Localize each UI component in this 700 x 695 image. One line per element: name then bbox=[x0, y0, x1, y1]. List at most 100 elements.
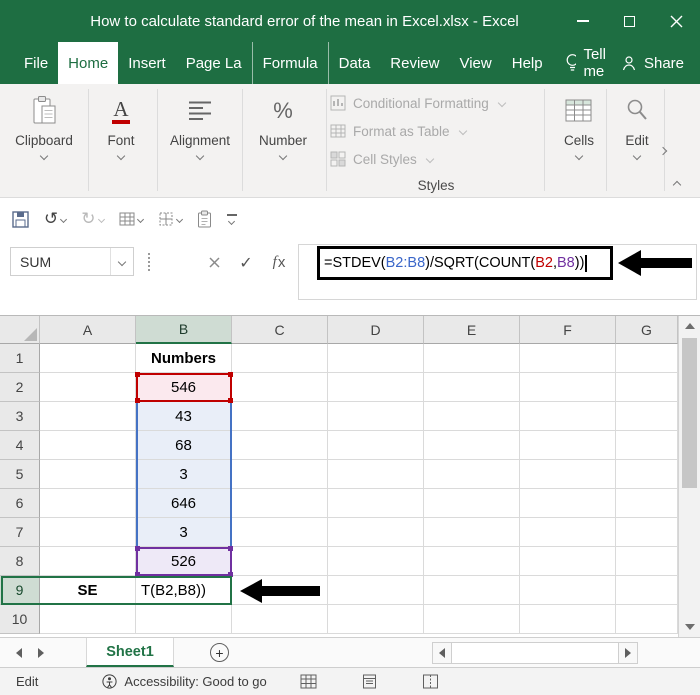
cell-A4[interactable] bbox=[40, 431, 136, 460]
row-header-10[interactable]: 10 bbox=[0, 605, 40, 634]
cell-F10[interactable] bbox=[520, 605, 616, 634]
scroll-left-button[interactable] bbox=[432, 641, 452, 664]
cell-F6[interactable] bbox=[520, 489, 616, 518]
select-all-button[interactable] bbox=[0, 316, 40, 344]
cell-B8[interactable]: 526 bbox=[136, 547, 232, 576]
column-header-B[interactable]: B bbox=[136, 316, 232, 344]
cell-B2[interactable]: 546 bbox=[136, 373, 232, 402]
cell-D3[interactable] bbox=[328, 402, 424, 431]
cell-G8[interactable] bbox=[616, 547, 678, 576]
vertical-scroll-thumb[interactable] bbox=[682, 338, 697, 488]
conditional-formatting-button[interactable]: Conditional Formatting bbox=[330, 89, 542, 117]
cell-E5[interactable] bbox=[424, 460, 520, 489]
row-header-5[interactable]: 5 bbox=[0, 460, 40, 489]
column-header-F[interactable]: F bbox=[520, 316, 616, 344]
cell-F1[interactable] bbox=[520, 344, 616, 373]
cell-G5[interactable] bbox=[616, 460, 678, 489]
cell-C10[interactable] bbox=[232, 605, 328, 634]
collapse-ribbon-icon[interactable] bbox=[672, 180, 682, 190]
sheet-tab-sheet1[interactable]: Sheet1 bbox=[86, 638, 174, 667]
scroll-up-button[interactable] bbox=[679, 316, 700, 336]
cell-G9[interactable] bbox=[616, 576, 678, 605]
cell-A2[interactable] bbox=[40, 373, 136, 402]
name-box-dropdown[interactable] bbox=[111, 248, 133, 275]
cell-G6[interactable] bbox=[616, 489, 678, 518]
cell-G1[interactable] bbox=[616, 344, 678, 373]
cell-A9[interactable]: SE bbox=[40, 576, 136, 605]
cell-E2[interactable] bbox=[424, 373, 520, 402]
cell-F3[interactable] bbox=[520, 402, 616, 431]
cell-B6[interactable]: 646 bbox=[136, 489, 232, 518]
tell-me-button[interactable]: Tell me bbox=[565, 42, 621, 84]
cell-D8[interactable] bbox=[328, 547, 424, 576]
customize-qat-button[interactable] bbox=[226, 214, 237, 226]
page-layout-view-icon[interactable] bbox=[361, 674, 378, 689]
ribbon-group-clipboard[interactable]: Clipboard bbox=[5, 90, 83, 161]
row-header-7[interactable]: 7 bbox=[0, 518, 40, 547]
tab-help[interactable]: Help bbox=[502, 42, 553, 84]
cell-F5[interactable] bbox=[520, 460, 616, 489]
cell-C5[interactable] bbox=[232, 460, 328, 489]
row-header-1[interactable]: 1 bbox=[0, 344, 40, 373]
qat-borders-tool-button[interactable] bbox=[158, 211, 183, 227]
tab-view[interactable]: View bbox=[449, 42, 501, 84]
column-header-E[interactable]: E bbox=[424, 316, 520, 344]
ribbon-group-alignment[interactable]: Alignment bbox=[163, 90, 237, 161]
qat-paste-button[interactable] bbox=[197, 210, 212, 228]
cell-D5[interactable] bbox=[328, 460, 424, 489]
cell-F7[interactable] bbox=[520, 518, 616, 547]
new-sheet-button[interactable]: + bbox=[210, 643, 229, 662]
cell-C8[interactable] bbox=[232, 547, 328, 576]
column-header-D[interactable]: D bbox=[328, 316, 424, 344]
ribbon-group-number[interactable]: % Number bbox=[246, 90, 320, 161]
cell-B7[interactable]: 3 bbox=[136, 518, 232, 547]
row-header-4[interactable]: 4 bbox=[0, 431, 40, 460]
tab-home[interactable]: Home bbox=[58, 42, 119, 84]
cell-C4[interactable] bbox=[232, 431, 328, 460]
cell-G7[interactable] bbox=[616, 518, 678, 547]
redo-button[interactable]: ↻ bbox=[81, 210, 105, 228]
tab-review[interactable]: Review bbox=[380, 42, 449, 84]
cell-D9[interactable] bbox=[328, 576, 424, 605]
cell-C6[interactable] bbox=[232, 489, 328, 518]
cell-G3[interactable] bbox=[616, 402, 678, 431]
cell-A7[interactable] bbox=[40, 518, 136, 547]
column-header-G[interactable]: G bbox=[616, 316, 678, 344]
cell-A6[interactable] bbox=[40, 489, 136, 518]
normal-view-icon[interactable] bbox=[300, 674, 317, 689]
formula-input[interactable]: =STDEV(B2:B8)/SQRT(COUNT(B2, B8)) bbox=[317, 246, 613, 280]
cell-C2[interactable] bbox=[232, 373, 328, 402]
tab-data[interactable]: Data bbox=[329, 42, 381, 84]
cell-E1[interactable] bbox=[424, 344, 520, 373]
column-header-A[interactable]: A bbox=[40, 316, 136, 344]
row-header-9[interactable]: 9 bbox=[0, 576, 40, 605]
cell-B10[interactable] bbox=[136, 605, 232, 634]
tab-insert[interactable]: Insert bbox=[118, 42, 176, 84]
maximize-button[interactable] bbox=[606, 0, 653, 42]
cell-G4[interactable] bbox=[616, 431, 678, 460]
cell-B5[interactable]: 3 bbox=[136, 460, 232, 489]
cell-D1[interactable] bbox=[328, 344, 424, 373]
ribbon-group-font[interactable]: A Font bbox=[92, 90, 150, 161]
ribbon-group-cells[interactable]: Cells bbox=[550, 90, 608, 161]
cell-F8[interactable] bbox=[520, 547, 616, 576]
cell-D6[interactable] bbox=[328, 489, 424, 518]
cell-F9[interactable] bbox=[520, 576, 616, 605]
cell-A10[interactable] bbox=[40, 605, 136, 634]
cell-D4[interactable] bbox=[328, 431, 424, 460]
accessibility-status[interactable]: Accessibility: Good to go bbox=[102, 674, 267, 689]
column-header-C[interactable]: C bbox=[232, 316, 328, 344]
formula-bar-drag-handle[interactable] bbox=[148, 253, 150, 271]
cell-F4[interactable] bbox=[520, 431, 616, 460]
horizontal-scrollbar[interactable] bbox=[432, 641, 638, 664]
qat-table-tool-button[interactable] bbox=[119, 211, 144, 227]
cell-B4[interactable]: 68 bbox=[136, 431, 232, 460]
undo-button[interactable]: ↺ bbox=[44, 210, 68, 228]
share-button[interactable]: Share bbox=[621, 42, 684, 84]
cancel-entry-button[interactable] bbox=[202, 250, 226, 274]
vertical-scrollbar[interactable] bbox=[678, 316, 700, 637]
save-button[interactable] bbox=[12, 210, 29, 228]
cell-E8[interactable] bbox=[424, 547, 520, 576]
cell-G10[interactable] bbox=[616, 605, 678, 634]
cell-C3[interactable] bbox=[232, 402, 328, 431]
